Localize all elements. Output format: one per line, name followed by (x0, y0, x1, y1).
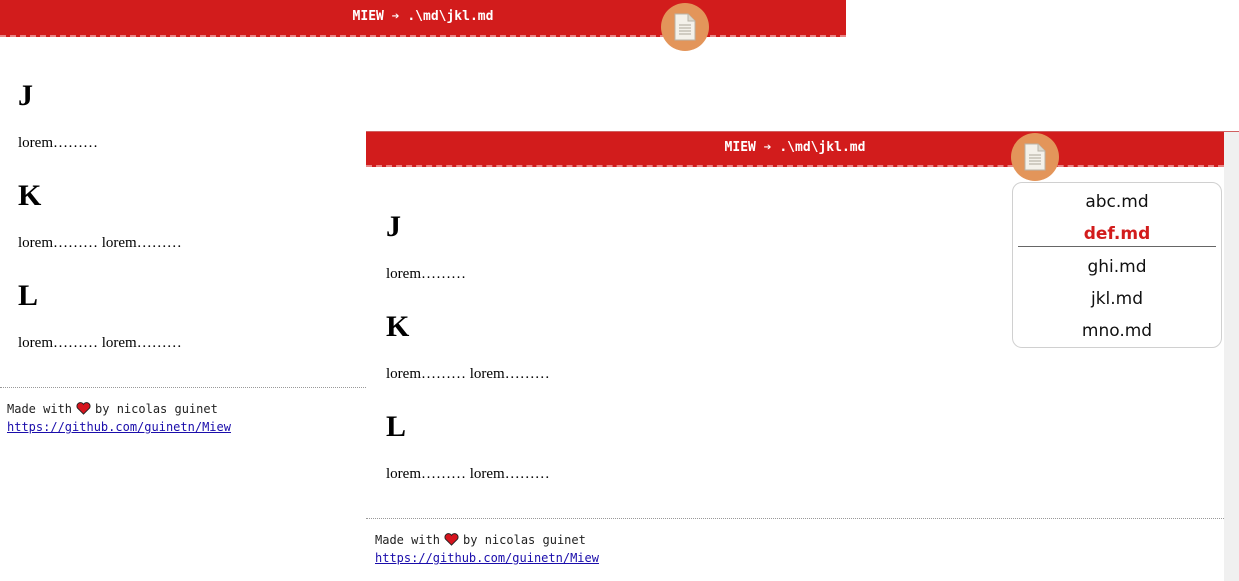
document-icon (674, 13, 696, 41)
heart-icon (76, 402, 91, 415)
footer-author: by nicolas guinet (463, 533, 586, 547)
file-item-jkl[interactable]: jkl.md (1013, 288, 1221, 310)
section-heading: J (18, 79, 33, 112)
github-link[interactable]: https://github.com/guinetn/Miew (7, 420, 231, 434)
document-icon (1024, 143, 1046, 171)
file-item-def-active[interactable]: def.md (1013, 223, 1221, 245)
file-menu-button[interactable] (661, 3, 709, 51)
section-heading: J (386, 210, 401, 243)
header-title: MIEW ➔ .\md\jkl.md (724, 140, 866, 155)
markdown-content: J lorem……… K lorem……… lorem……… L lorem……… (386, 209, 550, 509)
section-heading: L (386, 410, 407, 443)
section-heading: L (18, 279, 39, 312)
footer-author: by nicolas guinet (95, 402, 218, 416)
section-heading: K (386, 310, 410, 343)
vertical-scrollbar[interactable] (1224, 132, 1239, 581)
footer-made-with: Made with (375, 533, 441, 547)
file-item-mno[interactable]: mno.md (1013, 320, 1221, 342)
page-footer: Made with by nicolas guinet https://gith… (366, 518, 1224, 567)
file-item-abc[interactable]: abc.md (1013, 191, 1221, 213)
header-title: MIEW ➔ .\md\jkl.md (352, 9, 494, 24)
section-text: lorem……… (386, 266, 466, 282)
file-menu-button[interactable] (1011, 133, 1059, 181)
section-heading: K (18, 179, 42, 212)
page-header: MIEW ➔ .\md\jkl.md (366, 132, 1224, 167)
file-list-dropdown: abc.md def.md ghi.md jkl.md mno.md (1012, 182, 1222, 348)
foreground-window: MIEW ➔ .\md\jkl.md J lorem……… K lorem………… (366, 131, 1239, 581)
section-text: lorem……… lorem……… (386, 466, 550, 482)
file-item-ghi[interactable]: ghi.md (1013, 256, 1221, 278)
section-text: lorem……… (18, 135, 98, 151)
page-footer: Made with by nicolas guinet https://gith… (0, 387, 366, 436)
section-text: lorem……… lorem……… (386, 366, 550, 382)
footer-made-with: Made with (7, 402, 73, 416)
divider (1018, 246, 1216, 247)
page-header: MIEW ➔ .\md\jkl.md (0, 0, 846, 37)
section-text: lorem……… lorem……… (18, 335, 182, 351)
markdown-content: J lorem……… K lorem……… lorem……… L lorem……… (18, 78, 182, 378)
heart-icon (444, 533, 459, 546)
github-link[interactable]: https://github.com/guinetn/Miew (375, 551, 599, 565)
section-text: lorem……… lorem……… (18, 235, 182, 251)
